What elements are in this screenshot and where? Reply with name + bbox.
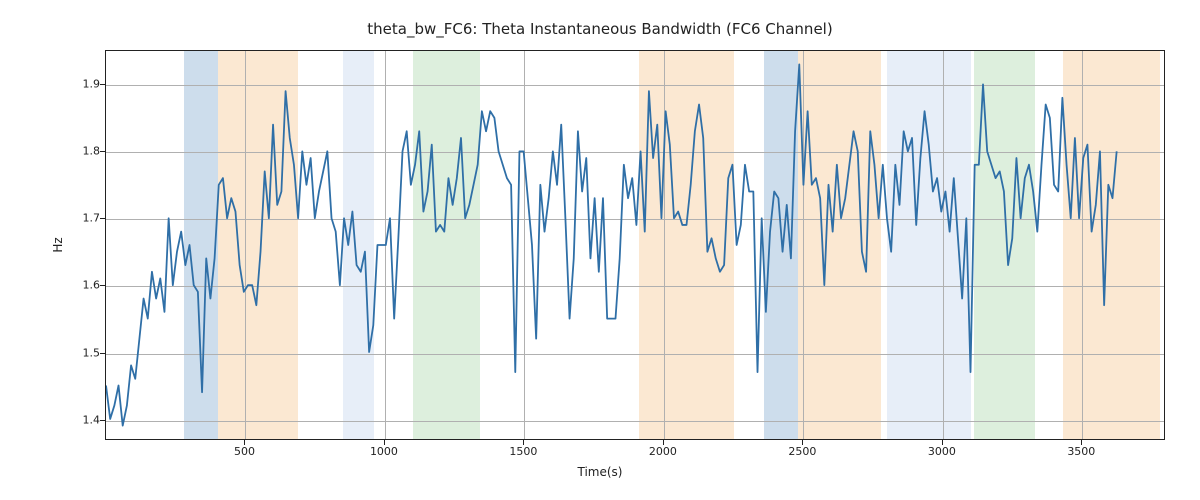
chart-title: theta_bw_FC6: Theta Instantaneous Bandwi… (0, 20, 1200, 38)
y-axis-label: Hz (51, 237, 65, 252)
y-tick-mark (100, 151, 105, 152)
y-tick-mark (100, 285, 105, 286)
y-tick-label: 1.4 (60, 413, 100, 426)
y-tick-mark (100, 353, 105, 354)
line-series (106, 51, 1164, 439)
x-tick-label: 2500 (788, 445, 816, 458)
y-tick-label: 1.7 (60, 212, 100, 225)
x-tick-label: 3000 (928, 445, 956, 458)
x-tick-label: 500 (234, 445, 255, 458)
chart-figure: theta_bw_FC6: Theta Instantaneous Bandwi… (0, 0, 1200, 500)
x-tick-mark (244, 440, 245, 445)
y-tick-label: 1.5 (60, 346, 100, 359)
x-tick-label: 3500 (1067, 445, 1095, 458)
y-tick-label: 1.8 (60, 144, 100, 157)
x-tick-mark (1081, 440, 1082, 445)
x-tick-mark (384, 440, 385, 445)
x-axis-label: Time(s) (0, 465, 1200, 479)
y-tick-mark (100, 218, 105, 219)
chart-axes (105, 50, 1165, 440)
y-tick-mark (100, 84, 105, 85)
y-tick-label: 1.9 (60, 77, 100, 90)
x-tick-mark (802, 440, 803, 445)
x-tick-mark (523, 440, 524, 445)
x-tick-mark (942, 440, 943, 445)
x-tick-label: 1000 (370, 445, 398, 458)
y-tick-label: 1.6 (60, 279, 100, 292)
y-tick-mark (100, 420, 105, 421)
x-tick-mark (663, 440, 664, 445)
x-tick-label: 2000 (649, 445, 677, 458)
series-line (106, 64, 1117, 425)
x-tick-label: 1500 (509, 445, 537, 458)
